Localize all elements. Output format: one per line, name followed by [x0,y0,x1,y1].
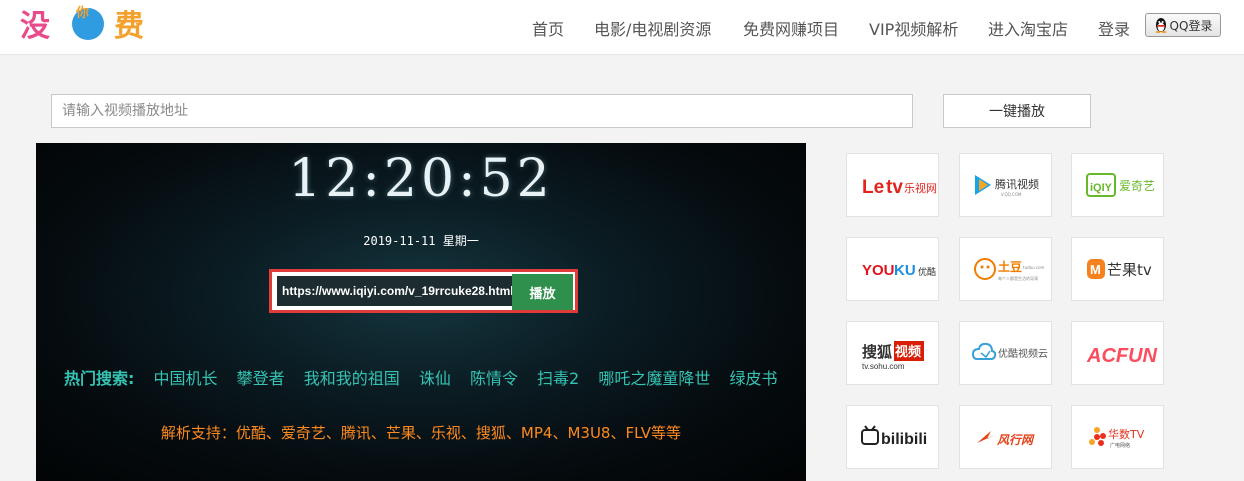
nav-movies[interactable]: 电影/电视剧资源 [594,16,711,40]
svg-text:芒果tv: 芒果tv [1107,261,1152,279]
svg-text:tudou.com: tudou.com [1023,265,1045,270]
video-player: 12:20:52 2019-11-11 星期一 播放 热门搜索: 中国机长 攀登… [36,143,806,481]
clock-display: 12:20:52 [288,149,554,209]
date-display: 2019-11-11 星期一 [363,234,479,248]
nav-vip-parse[interactable]: VIP视频解析 [869,16,958,40]
svg-text:每个人都是生活的导演: 每个人都是生活的导演 [998,275,1038,281]
svg-text:风行网: 风行网 [997,433,1035,447]
svg-text:搜狐: 搜狐 [862,343,892,361]
svg-text:Le: Le [862,177,884,198]
hot-search-item[interactable]: 中国机长 [154,369,218,388]
platform-tencent-video[interactable]: 腾讯视频 V.QQ.COM [959,153,1052,217]
nav-earn-projects[interactable]: 免费网赚项目 [743,16,839,40]
svg-text:ACFUN: ACFUN [1086,345,1158,367]
acfun-logo-icon: ACFUN [1086,345,1158,367]
platform-letv[interactable]: Le tv 乐视网 [846,153,939,217]
svg-text:tv.sohu.com: tv.sohu.com [862,362,905,371]
one-click-play-button[interactable]: 一键播放 [943,94,1091,128]
wasu-tv-logo-icon: 华数TV 广电网络 [1088,427,1145,449]
parse-support-text: 解析支持：优酷、爱奇艺、腾讯、芒果、乐视、搜狐、MP4、M3U8、FLV等等 [160,424,682,442]
platform-bilibili[interactable]: bilibili [846,405,939,469]
hot-search-item[interactable]: 我和我的祖国 [304,369,400,388]
video-url-input[interactable] [51,94,913,128]
nav-login[interactable]: 登录 [1098,16,1130,40]
svg-text:V.QQ.COM: V.QQ.COM [1001,192,1022,197]
qq-login-label: QQ登录 [1169,18,1213,33]
hot-search-item[interactable]: 扫毒2 [537,369,579,388]
bilibili-logo-icon: bilibili [860,425,927,448]
svg-text:爱奇艺: 爱奇艺 [1119,179,1155,193]
hot-search-item[interactable]: 哪吒之魔童降世 [598,369,710,388]
hot-search-item[interactable]: 绿皮书 [729,369,777,388]
nav-taobao[interactable]: 进入淘宝店 [988,16,1068,40]
player-url-form: 播放 [269,269,578,313]
svg-text:腾讯视频: 腾讯视频 [995,177,1039,191]
svg-text:bilibili: bilibili [881,431,927,448]
sohu-video-logo-icon: 搜狐 视频 tv.sohu.com [862,341,924,371]
platform-iqiyi[interactable]: iQIY 爱奇艺 [1071,153,1164,217]
svg-text:乐视网: 乐视网 [904,181,937,195]
svg-text:华数TV: 华数TV [1108,427,1145,441]
player-url-input[interactable] [282,277,512,305]
svg-text:视频: 视频 [895,344,921,360]
svg-text:没: 没 [20,9,50,44]
svg-text:优酷视频云: 优酷视频云 [998,347,1048,360]
qq-penguin-icon [1155,18,1166,33]
hot-search-label: 热门搜索: [64,369,135,388]
svg-text:土豆: 土豆 [998,259,1022,274]
platform-mango-tv[interactable]: M 芒果tv [1071,237,1164,301]
qq-login-button[interactable]: QQ登录 [1145,13,1221,37]
svg-text:你: 你 [75,5,89,21]
youku-cloud-logo-icon: 优酷视频云 [971,342,1048,360]
platform-funshion[interactable]: 风行网 [959,405,1052,469]
svg-text:M: M [1090,262,1101,277]
svg-text:iQIY: iQIY [1090,182,1113,194]
svg-text:广电网络: 广电网络 [1110,442,1130,449]
iqiyi-logo-icon: iQIY 爱奇艺 [1085,173,1155,197]
letv-logo-icon: Le tv 乐视网 [862,177,937,198]
mango-tv-logo-icon: M 芒果tv [1086,259,1152,279]
svg-text:tv: tv [886,177,903,198]
hot-search-item[interactable]: 攀登者 [237,369,285,388]
site-header: 没 你 费 首页 电影/电视剧资源 免费网赚项目 VIP视频解析 进入淘宝店 登… [0,0,1244,55]
tencent-video-logo-icon: 腾讯视频 V.QQ.COM [974,175,1039,197]
svg-text:KU: KU [894,262,916,279]
platform-sohu-video[interactable]: 搜狐 视频 tv.sohu.com [846,321,939,385]
tudou-logo-icon: 土豆 tudou.com 每个人都是生活的导演 [973,258,1045,281]
nav-home[interactable]: 首页 [532,16,564,40]
hot-search-item[interactable]: 诛仙 [419,369,451,388]
player-play-button[interactable]: 播放 [512,274,573,310]
platform-wasu-tv[interactable]: 华数TV 广电网络 [1071,405,1164,469]
clipped-text-line [256,474,616,481]
svg-text:YOU: YOU [862,262,895,279]
platform-youku-cloud[interactable]: 优酷视频云 [959,321,1052,385]
platform-youku[interactable]: YOU KU 优酷 [846,237,939,301]
site-logo[interactable]: 没 你 费 [18,0,148,46]
svg-text:费: 费 [114,9,144,44]
hot-search-item[interactable]: 陈情令 [470,369,518,388]
youku-logo-icon: YOU KU 优酷 [862,262,936,279]
hot-search-row: 热门搜索: 中国机长 攀登者 我和我的祖国 诛仙 陈情令 扫毒2 哪吒之魔童降世… [64,365,791,389]
funshion-logo-icon: 风行网 [976,431,1035,447]
platform-tudou[interactable]: 土豆 tudou.com 每个人都是生活的导演 [959,237,1052,301]
svg-text:优酷: 优酷 [918,266,936,278]
platform-acfun[interactable]: ACFUN [1071,321,1164,385]
